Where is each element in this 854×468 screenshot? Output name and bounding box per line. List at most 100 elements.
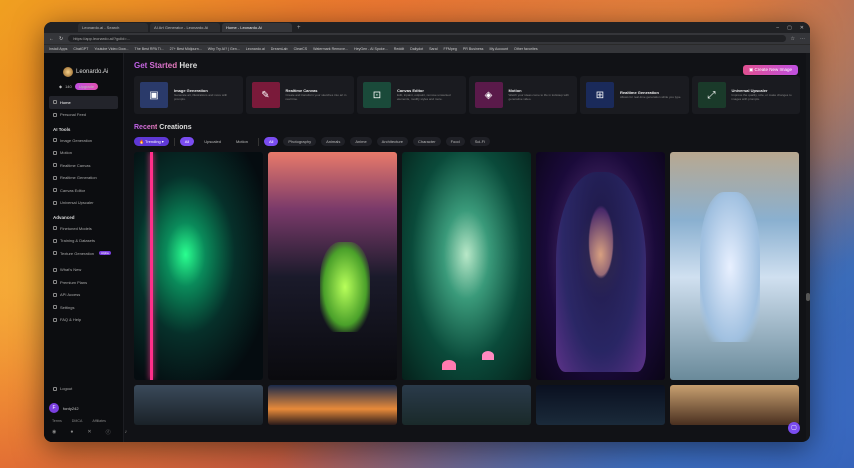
tool-card-canvas-editor[interactable]: ⊡ Canvas Editor Edit, inpaint, outpaint, r… — [357, 76, 466, 114]
token-count: 140 — [65, 84, 72, 89]
bookmark-item[interactable]: Install Apps — [49, 47, 67, 51]
close-icon[interactable]: ✕ — [800, 25, 804, 31]
bookmark-item[interactable]: Dailydot — [410, 47, 423, 51]
category-filter-anime[interactable]: Anime — [350, 137, 372, 146]
category-filter-architecture[interactable]: Architecture — [376, 137, 409, 146]
sidebar-item-motion[interactable]: Motion — [49, 147, 118, 160]
category-filter-sci-fi[interactable]: Sci-Fi — [469, 137, 490, 146]
sidebar-item-faq-help[interactable]: FAQ & Help — [49, 314, 118, 327]
upgrade-button[interactable]: Upgrade — [74, 83, 99, 90]
refresh-icon[interactable]: ↻ — [59, 36, 63, 42]
bookmark-item[interactable]: DreamLab — [271, 47, 288, 51]
bookmark-item[interactable]: Leonardo.ai — [246, 47, 265, 51]
sidebar-item-universal-upscaler[interactable]: Universal Upscaler — [49, 197, 118, 210]
gallery-image[interactable] — [536, 385, 665, 425]
bookmark-item[interactable]: Watermark Remove... — [313, 47, 348, 51]
gallery-image[interactable] — [134, 152, 263, 380]
gallery-image[interactable] — [134, 385, 263, 425]
url-field[interactable]: https://app.leonardo.ai/?gclid=... — [68, 35, 786, 42]
scrollbar[interactable] — [806, 53, 810, 442]
scrollbar-thumb[interactable] — [806, 293, 810, 301]
user-profile[interactable]: F fordy242 — [49, 403, 118, 413]
bookmark-item[interactable]: 27+ Best Midjourn... — [170, 47, 202, 51]
bookmark-item[interactable]: Saral — [429, 47, 437, 51]
reddit-icon[interactable]: ● — [70, 429, 73, 436]
facebook-icon[interactable]: ⓕ — [106, 429, 111, 436]
gallery-image[interactable] — [268, 385, 397, 425]
tool-card-image-generation[interactable]: ▣ Image Generation Generate art, illustrat… — [134, 76, 243, 114]
tool-card-realtime-generation[interactable]: ⊞ Realtime Generation Allows for real-time… — [580, 76, 689, 114]
bookmark-item[interactable]: ChatGPT — [73, 47, 88, 51]
tool-cards: ▣ Image Generation Generate art, illustrat… — [134, 76, 800, 114]
gallery-image[interactable] — [402, 152, 531, 380]
bookmark-item[interactable]: Reddit — [394, 47, 404, 51]
maximize-icon[interactable]: ▢ — [787, 25, 792, 31]
sidebar-item-finetuned-models[interactable]: Finetuned Models — [49, 222, 118, 235]
gallery-image[interactable] — [268, 152, 397, 380]
browser-tab-active[interactable]: Home - Leonardo.Ai — [222, 23, 292, 32]
bookmark-item[interactable]: My Account — [489, 47, 508, 51]
back-icon[interactable]: ← — [49, 36, 54, 42]
gallery-image[interactable] — [536, 152, 665, 380]
category-filter-animals[interactable]: Animals — [321, 137, 346, 146]
sidebar-item-api-access[interactable]: API Access — [49, 289, 118, 302]
sidebar-item-realtime-canvas[interactable]: Realtime Canvas — [49, 159, 118, 172]
gallery-image[interactable] — [670, 152, 799, 380]
bookmark-item[interactable]: HeyGen - AI Spoke... — [354, 47, 388, 51]
new-tab-icon[interactable]: + — [297, 25, 301, 31]
category-filter-food[interactable]: Food — [445, 137, 465, 146]
view-tab-upscaled[interactable]: Upscaled — [199, 137, 226, 146]
minimize-icon[interactable]: – — [776, 25, 779, 31]
menu-dots-icon[interactable]: ⋯ — [800, 36, 805, 42]
glowing-dress — [320, 242, 370, 332]
tool-card-realtime-canvas[interactable]: ✎ Realtime Canvas Create and transform you… — [245, 76, 354, 114]
bookmark-item[interactable]: Why Try AI? | Gen... — [208, 47, 240, 51]
dmca-link[interactable]: DMCA — [72, 419, 83, 423]
sidebar-item-label: Home — [60, 99, 71, 105]
sidebar-item-training-datasets[interactable]: Training & Datasets — [49, 235, 118, 248]
view-tab-all[interactable]: All — [179, 137, 195, 146]
tool-card-universal-upscaler[interactable]: ⤢ Universal Upscaler Improve the quality, … — [691, 76, 800, 114]
bookmark-item[interactable]: Other favorites — [514, 47, 538, 51]
sidebar-item-home[interactable]: Home — [49, 96, 118, 109]
bookmark-item[interactable]: FFMpeg — [444, 47, 457, 51]
bookmark-item[interactable]: Youtube Video Dow... — [94, 47, 128, 51]
category-filter-character[interactable]: Character — [413, 137, 441, 146]
nav-icon — [53, 317, 57, 322]
sidebar-item-premium-plans[interactable]: Premium Plans — [49, 276, 118, 289]
bookmark-item[interactable]: ClearCS — [294, 47, 308, 51]
discord-icon[interactable]: ◉ — [52, 429, 56, 436]
browser-tab[interactable]: AI Art Generator - Leonardo.Ai — [150, 23, 220, 32]
nav-icon — [53, 150, 57, 155]
sidebar-item-settings[interactable]: Settings — [49, 301, 118, 314]
gallery-image[interactable] — [402, 385, 531, 425]
chat-support-button[interactable]: ▢ — [788, 422, 800, 434]
sidebar-item-image-generation[interactable]: Image Generation — [49, 134, 118, 147]
sidebar-item-canvas-editor[interactable]: Canvas Editor — [49, 184, 118, 197]
sidebar-item-personal-feed[interactable]: Personal Feed — [49, 109, 118, 122]
star-icon[interactable]: ☆ — [791, 36, 795, 42]
sidebar-item-texture-generation[interactable]: Texture Generation Alpha — [49, 247, 118, 260]
view-tab-motion[interactable]: Motion — [231, 137, 253, 146]
gallery-image[interactable] — [670, 385, 799, 425]
terms-link[interactable]: Terms — [52, 419, 62, 423]
browser-tab[interactable]: Leonardo.ai - Search — [78, 23, 148, 32]
category-filter-photography[interactable]: Photography — [283, 137, 317, 146]
brand-name: Leonardo.Ai — [76, 69, 109, 75]
sidebar-item-what-s-new[interactable]: What's New — [49, 264, 118, 277]
bookmark-item[interactable]: The Best RPA Ti... — [135, 47, 164, 51]
trending-dropdown[interactable]: 🔥 Trending ▾ — [134, 137, 169, 146]
tab-strip: Leonardo.ai - Search AI Art Generator - … — [44, 22, 810, 33]
create-new-image-button[interactable]: ▣ Create New Image — [742, 65, 798, 75]
bookmark-item[interactable]: PR Business — [463, 47, 484, 51]
brand-logo[interactable]: Leonardo.Ai — [63, 67, 118, 77]
nav-icon — [53, 200, 57, 205]
logout-button[interactable]: Logout — [49, 383, 118, 396]
sidebar-item-label: Realtime Canvas — [60, 162, 91, 168]
affiliates-link[interactable]: Affiliates — [92, 419, 106, 423]
category-filter-all[interactable]: All — [263, 137, 279, 146]
sidebar-item-realtime-generation[interactable]: Realtime Generation — [49, 172, 118, 185]
address-bar: ← ↻ https://app.leonardo.ai/?gclid=... ☆… — [44, 33, 810, 44]
tool-card-motion[interactable]: ◈ Motion Watch your ideas come to life in … — [468, 76, 577, 114]
twitter-icon[interactable]: ✕ — [87, 429, 91, 436]
